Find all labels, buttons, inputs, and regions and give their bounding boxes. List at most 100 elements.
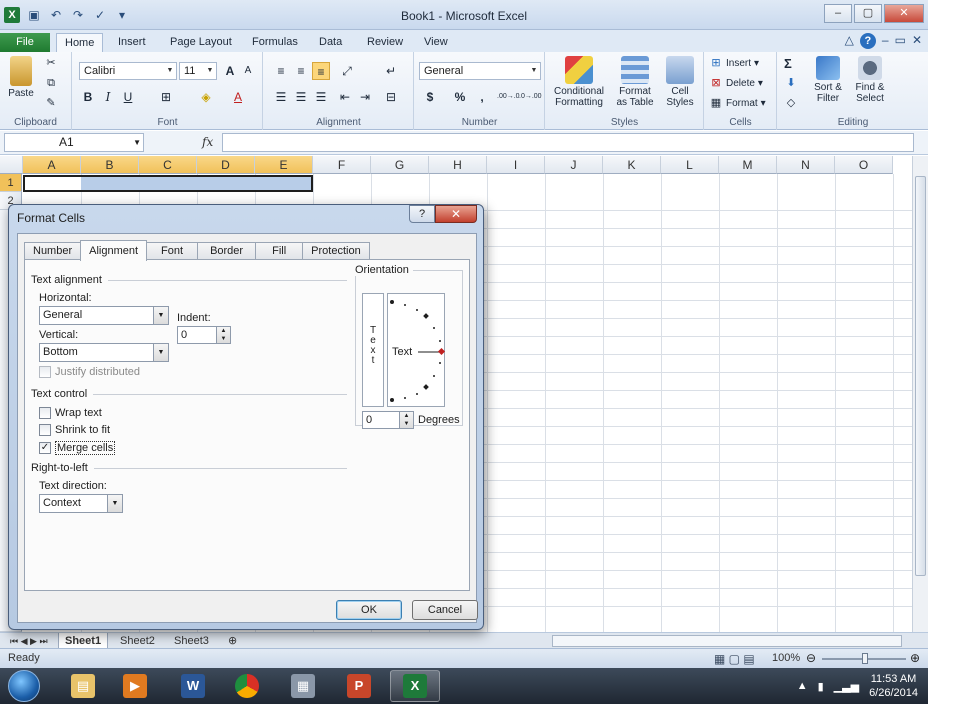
clock[interactable]: 11:53 AM 6/26/2014 (869, 672, 918, 700)
signal-icon[interactable]: ▁▃▅ (834, 680, 859, 693)
column-header-g[interactable]: G (371, 156, 429, 174)
taskbar-explorer[interactable]: ▤ (58, 670, 108, 702)
horizontal-scrollbar[interactable] (552, 635, 902, 647)
spinner-arrows-icon[interactable]: ▲ ▼ (399, 412, 413, 428)
column-header-j[interactable]: J (545, 156, 603, 174)
tab-review[interactable]: Review (367, 33, 403, 52)
indent-spinner[interactable]: 0 ▲ ▼ (177, 326, 231, 344)
tab-fill[interactable]: Fill (255, 242, 304, 260)
orientation-icon[interactable]: ⤢ (338, 62, 356, 80)
column-header-o[interactable]: O (835, 156, 893, 174)
insert-cells-button[interactable]: ⊞ Insert ▾ (709, 56, 759, 70)
sheet-tab-sheet3[interactable]: Sheet3 (168, 633, 215, 649)
doc-minimize-icon[interactable]: – (882, 33, 889, 49)
clear-button[interactable]: ◇ (784, 96, 798, 110)
row-header-1[interactable]: 1 (0, 174, 22, 192)
zoom-out-icon[interactable]: ⊖ (806, 651, 816, 665)
wrap-text-checkbox[interactable]: Wrap text (39, 407, 102, 419)
sheet-tab-sheet1[interactable]: Sheet1 (58, 633, 109, 649)
conditional-formatting-button[interactable]: Conditional Formatting (548, 56, 610, 108)
column-header-k[interactable]: K (603, 156, 661, 174)
zoom-level[interactable]: 100% (772, 652, 800, 664)
minimize-button[interactable]: – (824, 4, 852, 23)
align-left-icon[interactable]: ☰ (272, 88, 290, 106)
column-header-m[interactable]: M (719, 156, 777, 174)
column-header-c[interactable]: C (139, 156, 197, 174)
font-size-combo[interactable]: 11 ▼ (179, 62, 217, 80)
comma-button[interactable]: , (473, 88, 491, 106)
insert-sheet-icon[interactable]: ⊕ (222, 633, 243, 649)
number-format-combo[interactable]: General ▼ (419, 62, 541, 80)
font-name-combo[interactable]: Calibri ▼ (79, 62, 177, 80)
name-box[interactable]: A1 ▼ (4, 133, 144, 152)
insert-function-icon[interactable]: fx (202, 135, 213, 149)
decrease-decimal-button[interactable]: .0→.00 (519, 88, 542, 106)
restore-button[interactable]: ▢ (854, 4, 882, 23)
doc-restore-icon[interactable]: ▭ (895, 33, 906, 49)
column-header-e[interactable]: E (255, 156, 313, 174)
autosum-button[interactable]: Σ (784, 56, 792, 71)
bold-button[interactable]: B (79, 88, 97, 106)
sort-filter-button[interactable]: Sort & Filter (806, 56, 850, 104)
delete-cells-button[interactable]: ⊠ Delete ▾ (709, 76, 763, 90)
tab-formulas[interactable]: Formulas (252, 33, 298, 52)
increase-indent-icon[interactable]: ⇥ (356, 88, 374, 106)
dialog-close-button[interactable]: ✕ (435, 205, 477, 223)
fill-button[interactable]: ⬇ (784, 76, 798, 90)
format-painter-button[interactable]: ✎ (44, 96, 58, 110)
taskbar-chrome[interactable] (222, 670, 272, 702)
ok-button[interactable]: OK (336, 600, 402, 620)
help-icon[interactable]: ? (859, 33, 876, 49)
collapse-ribbon-icon[interactable]: △ (845, 33, 854, 49)
network-icon[interactable]: ▮ (818, 680, 824, 693)
cut-button[interactable]: ✂ (44, 56, 58, 70)
taskbar-excel[interactable]: X (390, 670, 440, 702)
borders-icon[interactable]: ⊞ (157, 88, 175, 106)
wrap-text-icon[interactable]: ↵ (382, 62, 400, 80)
fill-color-icon[interactable]: ◈ (197, 88, 215, 106)
formula-input[interactable] (222, 133, 914, 152)
column-header-f[interactable]: F (313, 156, 371, 174)
shrink-font-button[interactable]: A (239, 62, 257, 80)
tab-alignment[interactable]: Alignment (80, 240, 148, 261)
taskbar-calculator[interactable]: ▦ (278, 670, 328, 702)
tab-file[interactable]: File (0, 33, 50, 52)
horizontal-select[interactable]: General ▼ (39, 306, 169, 325)
align-top-icon[interactable]: ≡ (272, 62, 290, 80)
tab-number[interactable]: Number (24, 242, 82, 260)
column-header-b[interactable]: B (81, 156, 139, 174)
close-button[interactable]: ✕ (884, 4, 924, 23)
vertical-scrollbar[interactable] (912, 156, 928, 632)
align-middle-icon[interactable]: ≡ (292, 62, 310, 80)
column-header-d[interactable]: D (197, 156, 255, 174)
sheet-tab-sheet2[interactable]: Sheet2 (114, 633, 161, 649)
merge-cells-checkbox[interactable]: ✓ Merge cells (39, 441, 116, 455)
doc-close-icon[interactable]: ✕ (912, 33, 922, 49)
taskbar-word[interactable]: W (168, 670, 218, 702)
text-direction-select[interactable]: Context ▼ (39, 494, 123, 513)
tab-view[interactable]: View (424, 33, 448, 52)
tab-insert[interactable]: Insert (118, 33, 146, 52)
copy-button[interactable]: ⧉ (44, 76, 58, 90)
cell-styles-button[interactable]: Cell Styles (660, 56, 700, 108)
find-select-button[interactable]: Find & Select (848, 56, 892, 104)
tab-font[interactable]: Font (146, 242, 199, 260)
view-buttons[interactable]: ▦ ▢ ▤ (714, 652, 755, 666)
vertical-text-button[interactable]: T e x t (362, 293, 384, 407)
tab-border[interactable]: Border (197, 242, 257, 260)
spinner-arrows-icon[interactable]: ▲ ▼ (216, 327, 230, 343)
degrees-spinner[interactable]: 0 ▲ ▼ (362, 411, 414, 429)
increase-decimal-button[interactable]: .00→.0 (497, 88, 520, 106)
tab-page-layout[interactable]: Page Layout (170, 33, 232, 52)
align-center-icon[interactable]: ☰ (292, 88, 310, 106)
zoom-slider-thumb[interactable] (862, 653, 868, 664)
italic-button[interactable]: I (99, 88, 117, 106)
column-header-a[interactable]: A (23, 156, 81, 174)
vertical-scroll-thumb[interactable] (915, 176, 926, 576)
zoom-slider[interactable] (822, 653, 906, 664)
tray-arrow-icon[interactable]: ▲ (797, 680, 808, 692)
align-bottom-icon[interactable]: ≡ (312, 62, 330, 80)
column-header-i[interactable]: I (487, 156, 545, 174)
zoom-in-icon[interactable]: ⊕ (910, 651, 920, 665)
paste-button[interactable]: Paste (4, 56, 38, 99)
